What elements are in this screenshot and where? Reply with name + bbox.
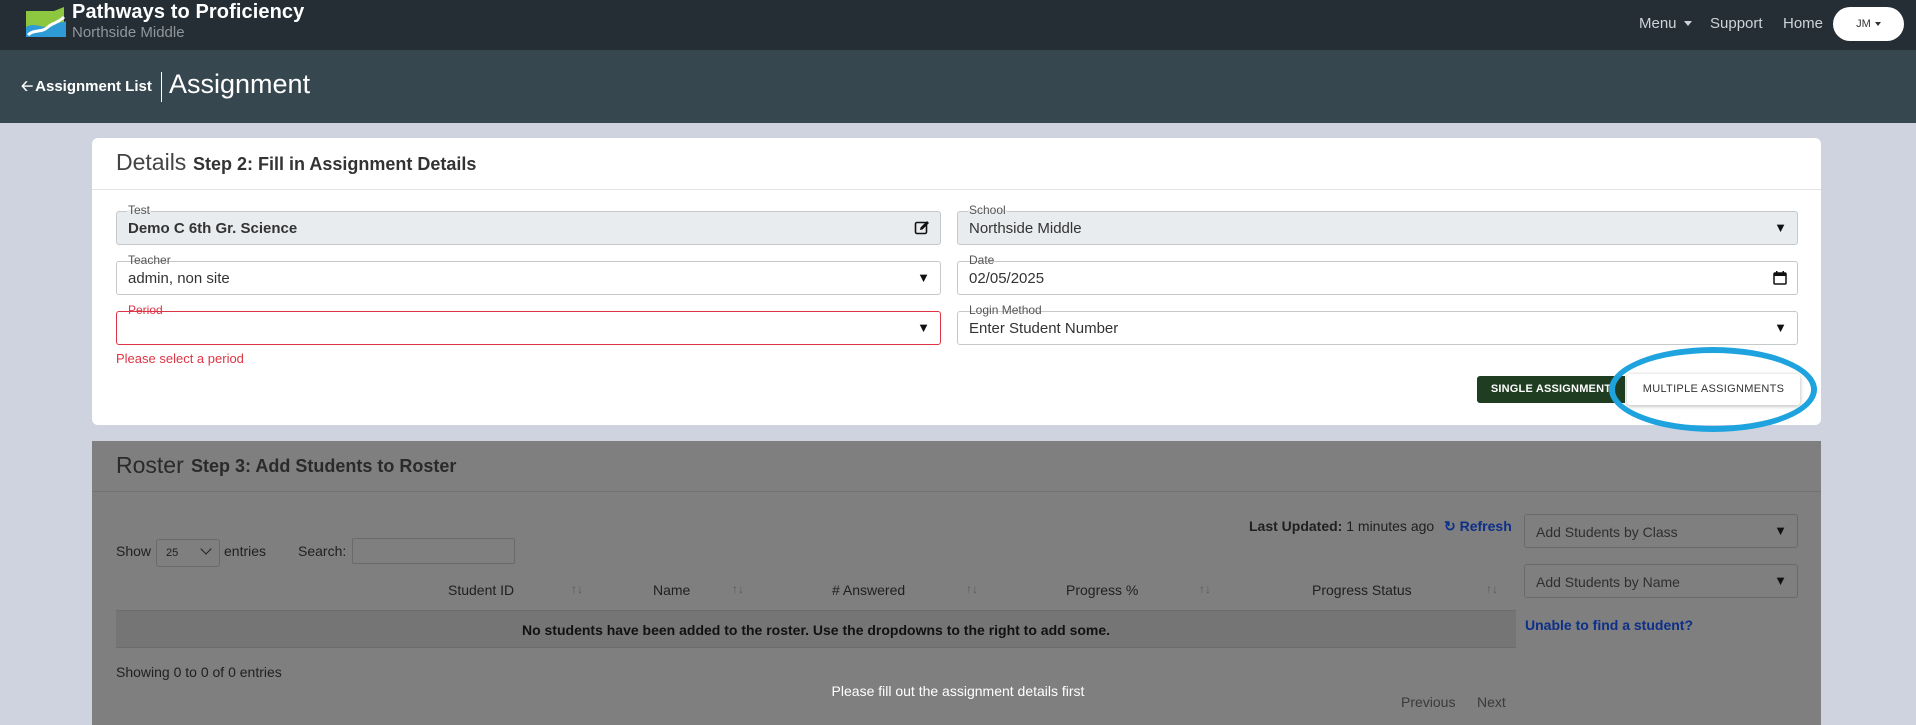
dropdown-arrow-icon: ▼ [1774,220,1787,235]
last-updated-value: 1 minutes ago [1346,518,1435,534]
header-divider [161,72,162,102]
period-error-message: Please select a period [116,351,244,366]
back-label: Assignment List [35,78,152,95]
multiple-assignments-button[interactable]: MULTIPLE ASSIGNMENTS [1627,374,1800,405]
period-select[interactable]: Period ▼ [116,303,941,345]
dropdown-arrow-icon: ▼ [1774,573,1787,588]
page-header: 🡠 Assignment List Assignment [0,50,1916,123]
last-updated: Last Updated: 1 minutes ago [1249,518,1434,534]
last-updated-label: Last Updated: [1249,518,1343,534]
school-value: Northside Middle [969,220,1082,237]
login-method-value: Enter Student Number [969,320,1119,337]
chevron-down-icon [200,543,212,555]
teacher-select[interactable]: Teacher admin, non site ▼ [116,253,941,295]
login-method-label: Login Method [969,303,1042,317]
roster-step-title: Step 3: Add Students to Roster [191,456,457,476]
school-select[interactable]: School Northside Middle ▼ [957,203,1798,245]
sort-icon[interactable]: ↑↓ [966,582,978,596]
column-header-progress-percent[interactable]: Progress % [1066,582,1138,598]
sort-icon[interactable]: ↑↓ [1199,582,1211,596]
page-title: Assignment [169,69,311,99]
support-link[interactable]: Support [1710,15,1763,32]
details-title: Details [116,149,187,175]
entries-per-page-value: 25 [166,547,179,559]
arrow-left-icon: 🡠 [21,78,34,95]
refresh-label: Refresh [1459,518,1512,534]
next-page-button[interactable]: Next [1477,694,1506,710]
refresh-link[interactable]: ↻ Refresh [1444,518,1512,535]
caret-down-icon [1874,22,1881,26]
top-navbar: Pathways to Proficiency Northside Middle… [0,0,1916,50]
entries-label: entries [224,543,267,559]
user-initials: JM [1856,18,1871,30]
sort-icon[interactable]: ↑↓ [732,582,744,596]
add-students-by-name-select[interactable]: Add Students by Name ▼ [1524,564,1798,598]
user-menu-button[interactable]: JM [1833,7,1904,41]
details-step-title: Step 2: Fill in Assignment Details [193,154,477,174]
table-info: Showing 0 to 0 of 0 entries [116,664,282,680]
entries-per-page-select[interactable]: 25 [156,539,220,567]
test-value: Demo C 6th Gr. Science [128,220,298,237]
period-label: Period [128,303,163,317]
dropdown-arrow-icon: ▼ [1774,320,1787,335]
roster-card-header: Roster Step 3: Add Students to Roster [92,441,1821,492]
refresh-icon: ↻ [1444,518,1456,534]
test-label: Test [127,203,152,217]
date-label: Date [969,253,995,267]
show-label: Show [116,543,152,559]
date-value: 02/05/2025 [969,270,1045,287]
teacher-value: admin, non site [128,270,230,287]
previous-page-button[interactable]: Previous [1401,694,1455,710]
fill-details-notice: Please fill out the assignment details f… [831,683,1085,699]
menu-label: Menu [1639,15,1677,32]
column-header-progress-status[interactable]: Progress Status [1312,582,1412,598]
unable-to-find-student-link[interactable]: Unable to find a student? [1525,617,1693,633]
school-label: School [968,203,1007,217]
pathways-logo-icon[interactable] [24,7,68,41]
column-header-name[interactable]: Name [653,582,690,598]
add-by-name-placeholder: Add Students by Name [1536,574,1680,590]
date-field[interactable]: Date 02/05/2025 [957,253,1798,295]
table-empty-row: No students have been added to the roste… [116,610,1516,648]
caret-down-icon [1683,21,1692,26]
dropdown-arrow-icon: ▼ [917,270,930,285]
sort-icon[interactable]: ↑↓ [1486,582,1498,596]
add-by-class-placeholder: Add Students by Class [1536,524,1678,540]
brand-title[interactable]: Pathways to Proficiency [72,1,304,24]
back-to-assignment-list-link[interactable]: 🡠 Assignment List [21,76,152,101]
menu-dropdown[interactable]: Menu [1639,15,1692,32]
details-card-header: Details Step 2: Fill in Assignment Detai… [92,138,1821,190]
test-field[interactable]: Test Demo C 6th Gr. Science [116,203,941,245]
edit-icon[interactable] [914,220,930,236]
calendar-icon[interactable] [1773,271,1787,285]
teacher-label: Teacher [128,253,171,267]
add-students-by-class-select[interactable]: Add Students by Class ▼ [1524,514,1798,548]
sort-asc-icon[interactable]: ↑↓ [571,582,583,596]
search-label: Search: [298,543,347,559]
column-header-answered[interactable]: # Answered [832,582,905,598]
roster-title: Roster [116,452,184,478]
dropdown-arrow-icon: ▼ [917,320,930,335]
single-assignment-button[interactable]: SINGLE ASSIGNMENT [1477,376,1625,403]
empty-table-message: No students have been added to the roste… [521,622,1111,638]
login-method-select[interactable]: Login Method Enter Student Number ▼ [957,303,1798,345]
dropdown-arrow-icon: ▼ [1774,523,1787,538]
roster-search-input[interactable] [352,538,515,564]
school-name: Northside Middle [72,24,185,41]
column-header-student-id[interactable]: Student ID [448,582,514,598]
home-link[interactable]: Home [1783,15,1823,32]
